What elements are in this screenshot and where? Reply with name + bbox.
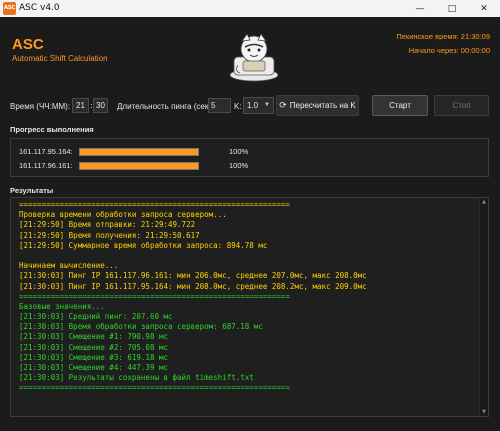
start-button[interactable]: Старт	[372, 95, 428, 116]
app-icon: ASC	[3, 2, 16, 15]
log-line: ========================================…	[19, 200, 290, 209]
progress-panel: 161.117.95.164: 100% 161.117.96.161: 100…	[10, 138, 489, 177]
ping-duration-input[interactable]: 5	[208, 98, 231, 113]
stop-button[interactable]: Стоп	[434, 95, 489, 116]
recalc-button-label: Пересчитать на K	[289, 101, 356, 110]
progress-percent-2: 100%	[229, 161, 249, 170]
progress-bar-2	[79, 162, 199, 170]
progress-label-2: 161.117.96.161:	[19, 161, 73, 170]
minute-input[interactable]: 30	[93, 98, 108, 113]
start-countdown: Начало через: 00:00:00	[408, 46, 490, 55]
log-line: Начинаем вычисление...	[19, 261, 119, 271]
log-line: [21:29:50] Суммарное время обработки зап…	[19, 240, 268, 250]
k-select-value: 1.0	[247, 101, 259, 110]
k-label: K:	[234, 102, 242, 111]
log-line: [21:30:03] Результаты сохранены в файл t…	[19, 373, 254, 383]
log-line: [21:29:50] Время отправки: 21:29:49.722	[19, 220, 196, 230]
mascot-icon	[229, 33, 279, 82]
log-line: [21:30:03] Смещение #1: 790.98 мс	[19, 332, 169, 342]
log-line: ========================================…	[19, 291, 290, 301]
results-log: ========================================…	[19, 200, 409, 394]
log-line: [21:30:03] Смещение #2: 705.08 мс	[19, 342, 169, 352]
log-line: [21:30:03] Пинг IP 161.117.95.164: мин 2…	[19, 281, 367, 291]
scrollbar[interactable]: ▲ ▼	[479, 198, 488, 416]
recalc-button[interactable]: ⟳ Пересчитать на K	[276, 95, 359, 116]
brand-title: ASC	[12, 36, 44, 53]
log-line: [21:30:03] Пинг IP 161.117.96.161: мин 2…	[19, 271, 367, 281]
ping-duration-label: Длительность пинга (сек):	[117, 102, 214, 111]
close-icon[interactable]: ✕	[468, 0, 500, 17]
scroll-down-icon[interactable]: ▼	[480, 409, 488, 415]
beijing-time: Пекинское время: 21:30:09	[396, 32, 490, 41]
progress-heading: Прогресс выполнения	[10, 125, 94, 134]
window-title: ASC v4.0	[19, 3, 60, 13]
progress-bar-1	[79, 148, 199, 156]
progress-label-1: 161.117.95.164:	[19, 147, 73, 156]
minimize-icon[interactable]: —	[404, 0, 436, 17]
results-heading: Результаты	[10, 186, 54, 195]
maximize-icon[interactable]: □	[436, 0, 468, 17]
log-line: [21:29:50] Время получения: 21:29:50.617	[19, 230, 200, 240]
title-bar: ASC ASC v4.0 — □ ✕	[0, 0, 500, 17]
progress-fill-2	[80, 163, 198, 169]
time-label: Время (ЧЧ:ММ):	[10, 102, 71, 111]
log-line: Проверка времени обработки запроса серве…	[19, 210, 227, 220]
scroll-up-icon[interactable]: ▲	[480, 199, 488, 205]
hour-input[interactable]: 21	[72, 98, 89, 113]
log-line: [21:30:03] Средний пинг: 207.60 мс	[19, 312, 173, 322]
refresh-icon: ⟳	[279, 100, 287, 110]
log-line: [21:30:03] Смещение #4: 447.39 мс	[19, 363, 169, 372]
log-line: [21:30:03] Время обработки запроса серве…	[19, 322, 263, 332]
k-select[interactable]: 1.0 ▼	[243, 97, 274, 114]
log-line: ========================================…	[19, 383, 290, 393]
window-controls: — □ ✕	[404, 0, 500, 17]
chevron-down-icon: ▼	[264, 102, 270, 108]
progress-fill-1	[80, 149, 198, 155]
log-line: Базовые значения...	[19, 301, 105, 311]
progress-percent-1: 100%	[229, 147, 249, 156]
brand-subtitle: Automatic Shift Calculation	[12, 54, 108, 63]
log-line: [21:30:03] Смещение #3: 619.18 мс	[19, 352, 169, 362]
results-panel: ========================================…	[10, 197, 489, 417]
